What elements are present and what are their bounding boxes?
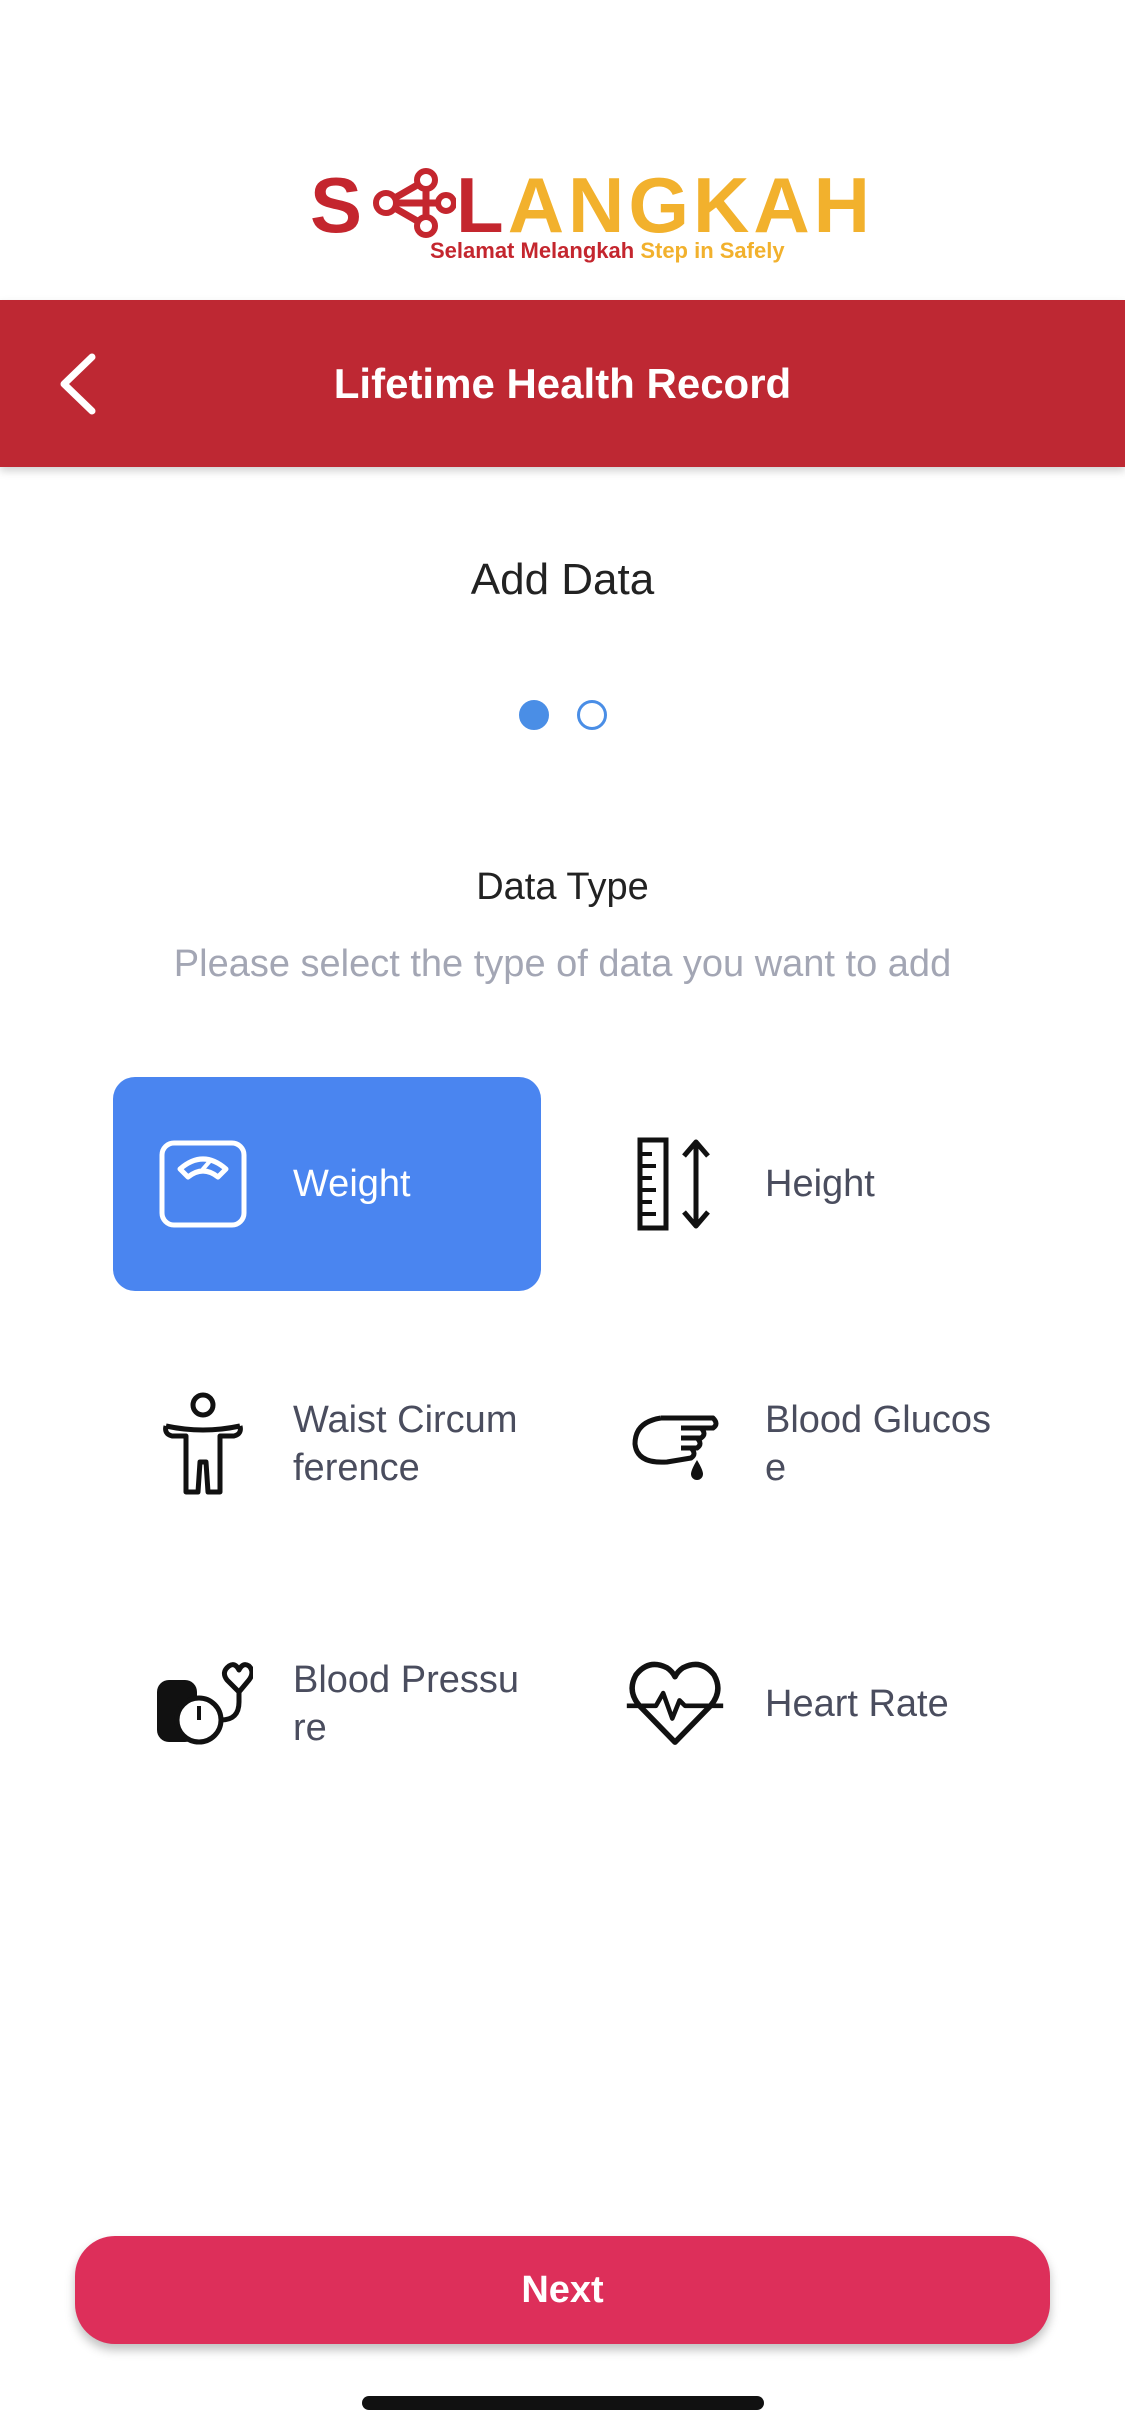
data-type-weight[interactable]: Weight: [113, 1077, 541, 1291]
logo-wordmark: S LANGKAH: [310, 160, 874, 250]
logo-letter-l: L: [456, 161, 508, 249]
step-title: Add Data: [470, 555, 655, 604]
finger-blood-drop-icon: [625, 1394, 725, 1494]
blood-pressure-gauge-icon: [153, 1654, 253, 1754]
network-nodes-icon: [373, 168, 457, 238]
logo-word-rest: ANGKAH: [507, 161, 875, 249]
heart-pulse-icon: [625, 1654, 725, 1754]
app-header: Lifetime Health Record: [0, 300, 1125, 467]
data-type-label: Heart Rate: [765, 1683, 949, 1725]
page-title: Lifetime Health Record: [333, 360, 792, 407]
data-type-label: Height: [765, 1163, 875, 1205]
data-type-label: Waist Circumference: [293, 1399, 518, 1489]
data-type-blood-pressure[interactable]: Blood Pressure: [113, 1597, 541, 1811]
ruler-height-icon: [625, 1134, 725, 1234]
body-outline-icon: [153, 1392, 253, 1495]
app-logo: S LANGKAH Selamat Melangkah Step in Safe…: [310, 160, 870, 270]
weighing-scale-icon: [153, 1134, 253, 1234]
data-type-heart-rate[interactable]: Heart Rate: [585, 1597, 1013, 1811]
page-dot-2: [576, 700, 607, 730]
data-type-label: Weight: [293, 1163, 411, 1205]
data-type-label: Blood Glucose: [765, 1399, 992, 1489]
page-indicator: [0, 700, 1125, 730]
next-button[interactable]: Next: [75, 2236, 1050, 2344]
data-type-waist-circumference[interactable]: Waist Circumference: [113, 1337, 541, 1551]
logo-letter-s: S: [310, 161, 367, 249]
logo-tagline-secondary: Step in Safely: [640, 238, 785, 263]
data-type-blood-glucose[interactable]: Blood Glucose: [585, 1337, 1013, 1551]
section-title: Data Type: [476, 866, 649, 908]
logo-tagline: Selamat Melangkah Step in Safely: [430, 238, 785, 264]
logo-tagline-primary: Selamat Melangkah: [430, 238, 635, 263]
section-subtitle: Please select the type of data you want …: [173, 943, 952, 985]
data-type-label: Blood Pressure: [293, 1659, 520, 1749]
data-type-height[interactable]: Height: [585, 1077, 1013, 1291]
home-indicator[interactable]: [362, 2396, 764, 2410]
page-dot-1-active: [518, 700, 549, 730]
